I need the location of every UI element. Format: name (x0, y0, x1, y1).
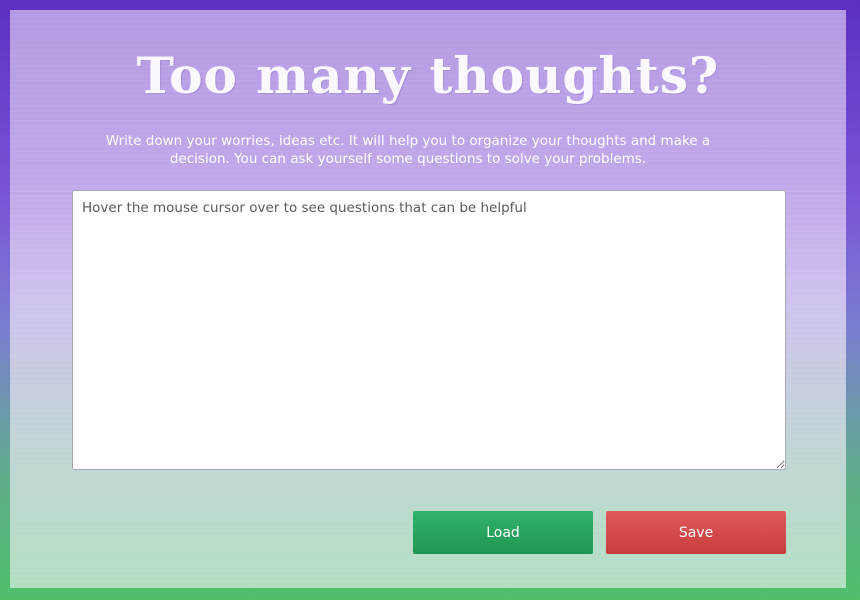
load-button[interactable]: Load (413, 511, 593, 554)
main-card: Too many thoughts? Write down your worri… (10, 10, 846, 588)
thoughts-textarea[interactable] (72, 190, 786, 470)
page-title: Too many thoughts? (136, 46, 720, 105)
page-description: Write down your worries, ideas etc. It w… (105, 133, 711, 167)
save-button[interactable]: Save (606, 511, 786, 554)
page: { "header": { "title": "Too many thought… (0, 0, 860, 600)
